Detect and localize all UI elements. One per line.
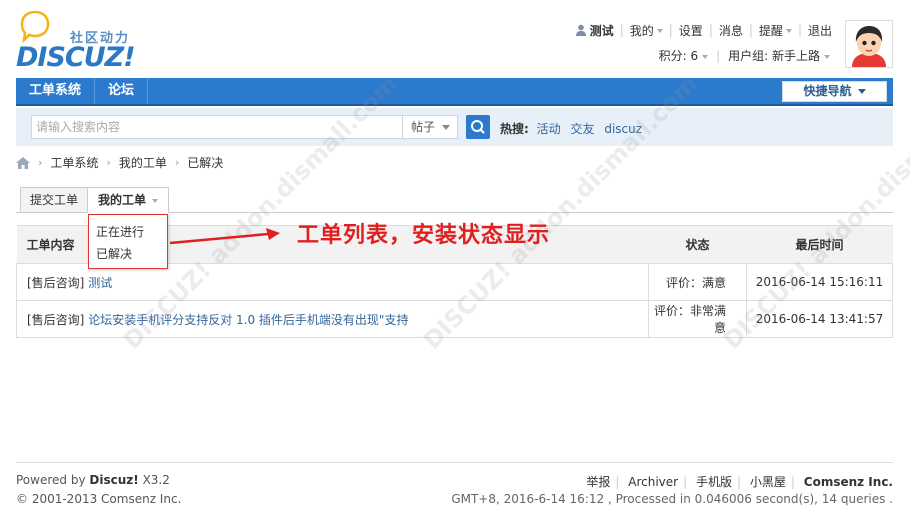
main-navbar: 工单系统 论坛 快捷导航 [16, 78, 893, 106]
logo-bubble-icon [20, 10, 50, 44]
hot-search: 热搜: 活动 交友 discuz [500, 120, 648, 137]
ticket-status: 评价：满意 [648, 263, 747, 301]
header-last-time: 最后时间 [746, 225, 893, 264]
ticket-content: [售后咨询] 论坛安装手机评分支持反对 1.0 插件后手机端没有出现"支持 [16, 300, 649, 338]
footer: Powered by Discuz! X3.2 © 2001-2013 Coms… [16, 462, 893, 506]
powered-by: Powered by Discuz! X3.2 [16, 473, 170, 487]
hot-search-link[interactable]: 交友 [570, 122, 594, 136]
tab-my-tickets[interactable]: 我的工单 [87, 187, 170, 213]
breadcrumb-current: 已解决 [187, 156, 224, 170]
ticket-time: 2016-06-14 15:16:11 [746, 263, 893, 301]
chevron-down-icon [152, 198, 159, 203]
tab-bar: 提交工单 我的工单 [16, 187, 893, 213]
breadcrumb-item[interactable]: 我的工单 [119, 154, 167, 171]
hot-search-link[interactable]: 活动 [537, 122, 561, 136]
user-icon [575, 24, 586, 36]
search-icon [471, 120, 485, 134]
chevron-down-icon [442, 125, 450, 130]
nav-item-tickets[interactable]: 工单系统 [16, 78, 96, 104]
username-link[interactable]: 测试 [569, 22, 620, 39]
hot-search-label: 热搜: [500, 122, 529, 136]
footer-link-blackroom[interactable]: 小黑屋 [750, 475, 786, 489]
notifications-menu[interactable]: 提醒 [753, 22, 798, 39]
ticket-time: 2016-06-14 13:41:57 [746, 300, 893, 338]
chevron-down-icon [785, 29, 792, 33]
breadcrumb-separator: › [38, 156, 43, 169]
footer-link-mobile[interactable]: 手机版 [696, 475, 732, 489]
ticket-content: [售后咨询] 测试 [16, 263, 649, 301]
breadcrumb-item[interactable]: 工单系统 [50, 154, 98, 171]
chevron-down-icon [702, 54, 709, 59]
dropdown-item-resolved[interactable]: 已解决 [96, 244, 167, 266]
search-input[interactable]: 请输入搜索内容 [31, 115, 419, 139]
breadcrumb-separator: › [174, 156, 180, 169]
brand-en: DISCUZ! [16, 42, 136, 73]
avatar[interactable] [845, 20, 893, 68]
search-bar: 请输入搜索内容 帖子 热搜: 活动 交友 discuz [16, 108, 893, 146]
points-menu[interactable]: 积分: 6 [651, 47, 717, 64]
footer-stats: GMT+8, 2016-6-14 16:12 , Processed in 0.… [451, 492, 893, 506]
discuz-link[interactable]: Discuz! [89, 473, 138, 487]
search-button[interactable] [466, 115, 490, 139]
search-type-select[interactable]: 帖子 [402, 115, 458, 139]
breadcrumb: › 工单系统 › 我的工单 › 已解决 [16, 154, 223, 171]
my-menu[interactable]: 我的 [624, 22, 669, 39]
site-logo[interactable]: 社区动力 DISCUZ! [16, 10, 146, 73]
footer-company[interactable]: Comsenz Inc. [804, 475, 893, 489]
header-status: 状态 [648, 225, 747, 264]
copyright: © 2001-2013 Comsenz Inc. [16, 492, 182, 506]
annotation-text: 工单列表，安装状态显示 [297, 223, 551, 248]
avatar-image [846, 21, 892, 67]
table-row: [售后咨询] 测试 评价：满意 2016-06-14 15:16:11 [16, 263, 893, 301]
ticket-title-link[interactable]: 测试 [88, 276, 112, 290]
breadcrumb-separator: › [106, 156, 111, 169]
footer-links: 举报 | Archiver | 手机版 | 小黑屋 | Comsenz Inc. [586, 475, 893, 489]
chevron-down-icon [656, 29, 663, 33]
footer-link-archiver[interactable]: Archiver [628, 475, 678, 489]
logout-link[interactable]: 退出 [802, 22, 838, 39]
home-icon[interactable] [16, 156, 30, 169]
chevron-down-icon [824, 54, 830, 59]
hot-search-link[interactable]: discuz [604, 122, 642, 136]
footer-link-report[interactable]: 举报 [586, 475, 610, 489]
usergroup-menu[interactable]: 用户组: 新手上路 [720, 47, 838, 64]
annotation-arrow-icon [169, 228, 280, 245]
top-user-nav: 测试 | 我的 | 设置 | 消息 | 提醒 | 退出 [569, 22, 838, 38]
ticket-status: 评价：非常满意 [648, 300, 747, 338]
nav-item-forum[interactable]: 论坛 [95, 78, 149, 104]
my-tickets-dropdown: 正在进行 已解决 [88, 214, 168, 269]
table-row: [售后咨询] 论坛安装手机评分支持反对 1.0 插件后手机端没有出现"支持 评价… [16, 300, 893, 338]
user-info: 积分: 6 | 用户组: 新手上路 [651, 47, 838, 64]
ticket-title-link[interactable]: 论坛安装手机评分支持反对 1.0 插件后手机端没有出现"支持 [88, 313, 408, 327]
settings-link[interactable]: 设置 [673, 22, 709, 39]
quick-nav-button[interactable]: 快捷导航 [782, 81, 887, 102]
chevron-down-icon [857, 89, 866, 94]
tab-submit-ticket[interactable]: 提交工单 [20, 187, 89, 213]
dropdown-item-in-progress[interactable]: 正在进行 [96, 222, 167, 244]
messages-link[interactable]: 消息 [713, 22, 749, 39]
